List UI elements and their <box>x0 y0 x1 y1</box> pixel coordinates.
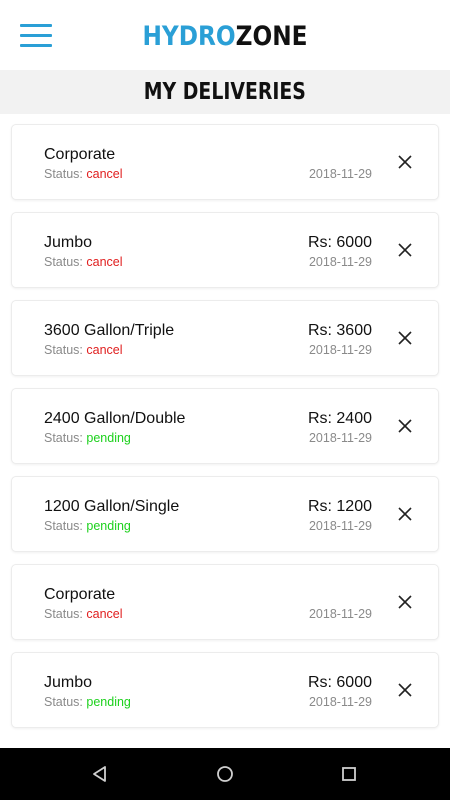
logo-part-zone: ZONE <box>235 21 308 52</box>
close-icon[interactable] <box>396 329 414 347</box>
delivery-name: 2400 Gallon/Double <box>44 410 186 427</box>
delivery-status: Status: pending <box>44 695 131 709</box>
status-value: pending <box>86 695 131 709</box>
status-value: cancel <box>86 607 123 621</box>
delivery-name: Jumbo <box>44 234 93 251</box>
logo-part-hydro: HYDRO <box>142 21 236 52</box>
status-value: cancel <box>86 167 123 181</box>
delivery-name: Corporate <box>44 146 116 163</box>
home-circle-icon[interactable] <box>215 764 235 784</box>
close-icon[interactable] <box>396 417 414 435</box>
status-value: cancel <box>86 343 123 357</box>
delivery-card[interactable]: Jumbo Status: cancel Rs: 6000 2018-11-29 <box>11 212 439 288</box>
status-label: Status: <box>44 431 87 445</box>
status-label: Status: <box>44 695 87 709</box>
delivery-date: 2018-11-29 <box>308 431 372 445</box>
system-nav-bar <box>0 748 450 800</box>
delivery-card[interactable]: 2400 Gallon/Double Status: pending Rs: 240… <box>11 388 439 464</box>
delivery-status: Status: pending <box>44 519 131 533</box>
delivery-price: Rs: 6000 <box>307 234 372 251</box>
delivery-date: 2018-11-29 <box>308 255 372 269</box>
delivery-price: Rs: 6000 <box>307 674 372 691</box>
delivery-status: Status: cancel <box>44 255 123 269</box>
app-logo: HYDROZONE <box>32 20 419 54</box>
delivery-card[interactable]: Jumbo Status: pending Rs: 6000 2018-11-29 <box>11 652 439 728</box>
delivery-name: Jumbo <box>44 674 93 691</box>
delivery-card[interactable]: Corporate Status: cancel 2018-11-29 <box>11 564 439 640</box>
status-label: Status: <box>44 519 87 533</box>
delivery-date: 2018-11-29 <box>308 519 372 533</box>
status-value: pending <box>86 431 131 445</box>
delivery-date: 2018-11-29 <box>308 607 372 621</box>
delivery-card[interactable]: 3600 Gallon/Triple Status: cancel Rs: 3600… <box>11 300 439 376</box>
status-label: Status: <box>44 343 87 357</box>
delivery-price: Rs: 1200 <box>307 498 372 515</box>
status-value: pending <box>86 519 131 533</box>
back-triangle-icon[interactable] <box>90 764 110 784</box>
page-title-bar: MY DELIVERIES <box>0 70 450 114</box>
delivery-list: Corporate Status: cancel 2018-11-29 Jumbo St… <box>11 124 439 740</box>
page-title: MY DELIVERIES <box>143 79 307 105</box>
delivery-status: Status: cancel <box>44 343 123 357</box>
close-icon[interactable] <box>396 241 414 259</box>
recents-square-icon[interactable] <box>339 764 359 784</box>
delivery-date: 2018-11-29 <box>308 695 372 709</box>
delivery-price: Rs: 2400 <box>307 410 372 427</box>
delivery-card[interactable]: Corporate Status: cancel 2018-11-29 <box>11 124 439 200</box>
app-header: HYDROZONE <box>0 0 450 70</box>
status-label: Status: <box>44 255 87 269</box>
status-value: cancel <box>86 255 123 269</box>
delivery-name: 3600 Gallon/Triple <box>44 322 175 339</box>
close-icon[interactable] <box>396 153 414 171</box>
delivery-price: Rs: 3600 <box>307 322 372 339</box>
close-icon[interactable] <box>396 681 414 699</box>
delivery-status: Status: pending <box>44 431 131 445</box>
delivery-name: 1200 Gallon/Single <box>44 498 180 515</box>
delivery-card[interactable]: 1200 Gallon/Single Status: pending Rs: 120… <box>11 476 439 552</box>
delivery-date: 2018-11-29 <box>308 343 372 357</box>
delivery-status: Status: cancel <box>44 607 123 621</box>
delivery-name: Corporate <box>44 586 116 603</box>
delivery-date: 2018-11-29 <box>308 167 372 181</box>
delivery-status: Status: cancel <box>44 167 123 181</box>
close-icon[interactable] <box>396 505 414 523</box>
status-label: Status: <box>44 167 87 181</box>
close-icon[interactable] <box>396 593 414 611</box>
status-label: Status: <box>44 607 87 621</box>
